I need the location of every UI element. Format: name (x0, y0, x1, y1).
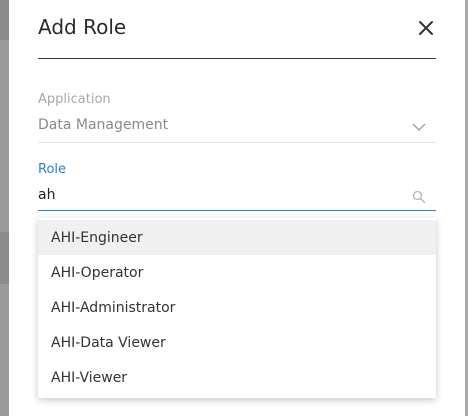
option-label: AHI-Administrator (51, 300, 176, 316)
role-search-field[interactable] (38, 182, 436, 211)
option-ahi-viewer[interactable]: AHI-Viewer (38, 360, 436, 395)
chevron-down-icon (412, 123, 426, 131)
role-search-input[interactable] (38, 184, 398, 206)
option-label: AHI-Engineer (51, 230, 143, 246)
application-select[interactable]: Data Management (38, 113, 436, 143)
backdrop-overlay (0, 0, 9, 416)
application-label: Application (38, 92, 111, 107)
option-ahi-administrator[interactable]: AHI-Administrator (38, 290, 436, 325)
option-label: AHI-Viewer (51, 370, 128, 386)
dialog-title: Add Role (38, 15, 127, 39)
backdrop-band (0, 232, 9, 284)
option-ahi-data-viewer[interactable]: AHI-Data Viewer (38, 325, 436, 360)
backdrop-band (0, 0, 9, 40)
title-divider (38, 58, 436, 59)
option-label: AHI-Data Viewer (51, 335, 166, 351)
option-label: AHI-Operator (51, 265, 144, 281)
application-value: Data Management (38, 117, 169, 133)
option-ahi-operator[interactable]: AHI-Operator (38, 255, 436, 290)
close-button[interactable] (413, 15, 439, 41)
role-label: Role (38, 162, 67, 177)
close-icon (419, 21, 433, 35)
option-ahi-engineer[interactable]: AHI-Engineer (38, 220, 436, 255)
search-icon (412, 190, 426, 204)
role-options-dropdown: AHI-Engineer AHI-Operator AHI-Administra… (38, 218, 436, 398)
